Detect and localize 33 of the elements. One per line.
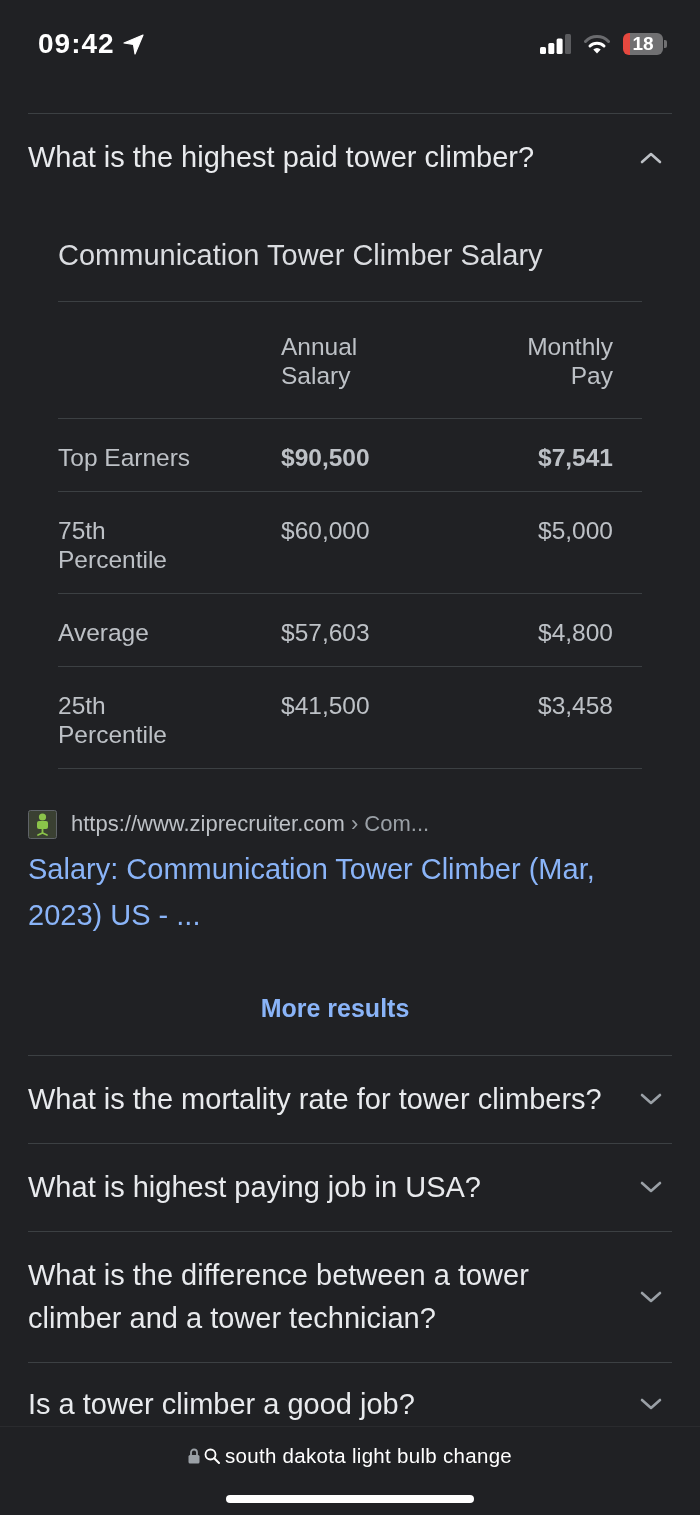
faq-question[interactable]: What is the mortality rate for tower climbers?: [28, 1056, 672, 1143]
battery-indicator: 18: [623, 33, 667, 55]
row-label: Top Earners: [58, 443, 192, 472]
status-time: 09:42: [38, 28, 115, 60]
address-bar[interactable]: south dakota light bulb change: [187, 1445, 513, 1467]
column-header: Annual Salary: [281, 332, 358, 390]
table-cell-text: $60,000: [281, 516, 371, 546]
column-header: Monthly Pay: [527, 332, 613, 390]
location-arrow-icon: [122, 33, 144, 55]
source-url: https://www.ziprecruiter.com: [71, 811, 345, 837]
more-results-button[interactable]: More results: [244, 983, 426, 1033]
faq-question[interactable]: What is highest paying job in USA?: [28, 1144, 672, 1231]
faq-question[interactable]: Is a tower climber a good job?: [28, 1363, 672, 1426]
signal-icon: [540, 34, 571, 54]
table-cell: $7,541: [538, 443, 613, 472]
row-label: 25th Percentile: [58, 691, 168, 749]
wifi-icon: [584, 34, 610, 54]
table-cell-text: $57,603: [281, 618, 371, 647]
search-icon: [203, 1448, 220, 1464]
result-link[interactable]: Salary: Communication Tower Climber (Mar, 2023) US - ...: [28, 846, 618, 938]
site-favicon-icon: [28, 809, 57, 839]
table-cell-text: $5,000: [538, 516, 613, 546]
table-cell: $4,800: [538, 618, 613, 647]
faq-question[interactable]: What is the difference between a tower climber and a tower technician?: [28, 1232, 672, 1362]
table-cell-text: $3,458: [538, 691, 613, 721]
table-cell-text: $90,500: [281, 443, 371, 472]
breadcrumb-text: › Com...: [350, 811, 430, 837]
row-label: 75th Percentile: [58, 516, 168, 574]
lock-icon: [187, 1448, 200, 1464]
table-title: Communication Tower Climber Salary: [58, 238, 544, 273]
table-cell-text: $41,500: [281, 691, 371, 721]
row-label: Average: [58, 618, 150, 647]
faq-question[interactable]: What is the highest paid tower climber?: [28, 114, 672, 201]
